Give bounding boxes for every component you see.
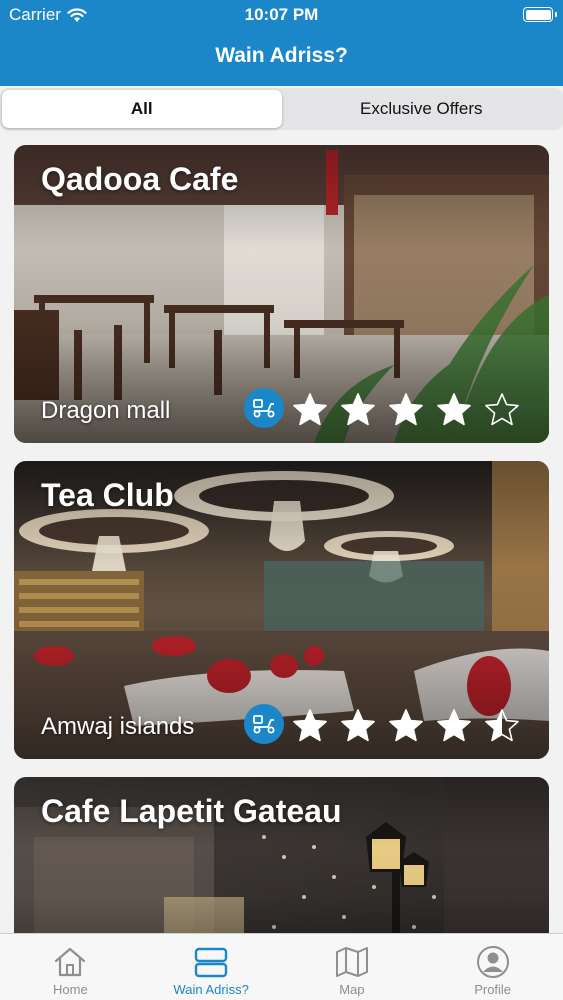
tab-home[interactable]: Home [0, 934, 141, 1000]
rating-stars [292, 708, 520, 744]
home-icon [55, 947, 86, 977]
segment-control: All Exclusive Offers [0, 88, 563, 130]
delivery-scooter-icon [244, 388, 284, 428]
wifi-icon [67, 7, 87, 22]
page-title: Wain Adriss? [215, 44, 348, 67]
tab-map[interactable]: Map [282, 934, 423, 1000]
place-card-qadooa-cafe[interactable]: Qadooa Cafe Dragon mall [14, 145, 549, 443]
segment-exclusive-offers[interactable]: Exclusive Offers [282, 90, 562, 128]
battery-icon [523, 7, 557, 22]
map-icon [335, 947, 368, 977]
tab-label: Home [53, 982, 88, 997]
tab-wain-adriss[interactable]: Wain Adriss? [141, 934, 282, 1000]
segment-all[interactable]: All [2, 90, 282, 128]
profile-icon [476, 946, 509, 978]
tab-label: Map [339, 982, 365, 997]
place-location: Dragon mall [41, 397, 171, 424]
tab-label: Wain Adriss? [173, 982, 249, 997]
place-card-tea-club[interactable]: Tea Club Amwaj islands [14, 461, 549, 759]
place-name: Tea Club [41, 477, 174, 513]
list-icon [194, 947, 228, 978]
carrier-label: Carrier [9, 5, 61, 24]
navigation-header: Carrier 10:07 PM Wain Adriss? [0, 0, 563, 86]
star-empty-icon [485, 393, 519, 426]
delivery-scooter-icon [244, 704, 284, 744]
status-bar: Carrier 10:07 PM [0, 0, 563, 30]
star-filled-icon [341, 709, 375, 742]
star-filled-icon [437, 393, 471, 426]
rating-stars [292, 392, 520, 428]
star-filled-icon [293, 393, 327, 426]
tab-profile[interactable]: Profile [422, 934, 563, 1000]
star-filled-icon [389, 709, 423, 742]
star-filled-icon [437, 709, 471, 742]
star-filled-icon [389, 393, 423, 426]
tab-bar: Home Wain Adriss? Map Profile [0, 933, 563, 1000]
place-name: Cafe Lapetit Gateau [41, 793, 342, 829]
carrier-status: Carrier [9, 5, 87, 25]
tab-label: Profile [474, 982, 512, 997]
place-name: Qadooa Cafe [41, 161, 239, 197]
star-filled-icon [293, 709, 327, 742]
star-filled-icon [341, 393, 375, 426]
star-half-icon [485, 709, 519, 742]
place-location: Amwaj islands [41, 713, 195, 740]
